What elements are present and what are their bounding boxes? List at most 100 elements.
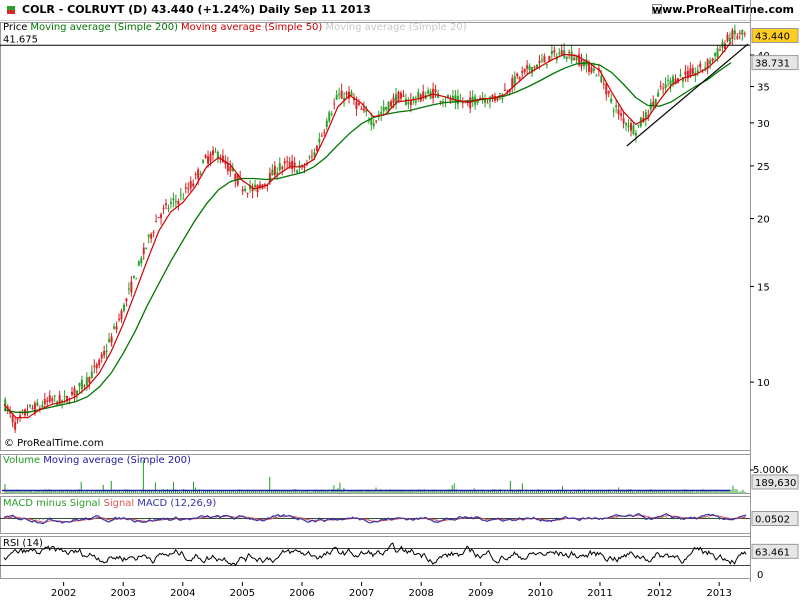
candle-body	[664, 83, 667, 89]
candle-body	[731, 29, 734, 40]
candle-body	[303, 166, 306, 168]
candle-body	[43, 398, 46, 405]
candle-body	[16, 418, 19, 421]
candle-body	[728, 37, 731, 42]
candle-body	[607, 91, 610, 94]
last-price-label: 43.440	[755, 32, 790, 43]
candle-body	[147, 234, 150, 237]
candle-body	[414, 100, 417, 103]
candle-body	[560, 50, 563, 55]
candle-body	[355, 101, 358, 110]
y-tick-label: 10	[757, 378, 770, 389]
candle-body	[207, 156, 210, 164]
candle-body	[95, 364, 98, 369]
candle-body	[204, 155, 207, 158]
x-tick-label: 2010	[528, 588, 553, 599]
price-panel	[0, 22, 751, 451]
candle-body	[357, 102, 360, 105]
candle-body	[281, 166, 284, 169]
candle-body	[296, 170, 299, 173]
candle-body	[172, 198, 175, 201]
candle-body	[632, 125, 635, 135]
x-tick-label: 2003	[110, 588, 135, 599]
candle-body	[399, 92, 402, 99]
candle-body	[320, 135, 323, 137]
candle-body	[28, 404, 31, 407]
candle-body	[461, 102, 464, 104]
candle-body	[558, 52, 561, 54]
candle-body	[375, 120, 378, 122]
candle-body	[93, 366, 96, 368]
candle-body	[108, 339, 111, 342]
volume-tick-label: 5.000K	[753, 465, 789, 476]
candle-body	[73, 388, 76, 396]
candle-body	[246, 193, 249, 195]
candle-body	[392, 97, 395, 103]
candle-body	[11, 415, 14, 423]
candle-body	[286, 161, 289, 163]
candle-body	[699, 63, 702, 68]
candle-body	[293, 162, 296, 167]
candle-body	[85, 377, 88, 386]
candle-body	[595, 75, 598, 77]
candle-body	[528, 65, 531, 71]
volume-bars	[4, 460, 746, 493]
candle-body	[634, 133, 637, 136]
macd-value-label: 0.0502	[755, 515, 790, 526]
candle-body	[100, 354, 103, 359]
x-tick-label: 2011	[587, 588, 612, 599]
candle-body	[743, 33, 746, 35]
candle-body	[110, 336, 113, 343]
candle-body	[503, 89, 506, 91]
stock-chart[interactable]: 1015202530354020022003200420052006200720…	[0, 0, 800, 600]
candle-body	[118, 318, 121, 320]
candle-body	[543, 56, 546, 63]
candle-body	[404, 99, 407, 105]
candle-body	[214, 151, 217, 153]
candle-body	[590, 67, 593, 73]
candle-body	[380, 111, 383, 115]
candle-body	[723, 43, 726, 49]
candle-body	[291, 160, 294, 169]
candle-body	[568, 52, 571, 54]
candle-body	[221, 155, 224, 163]
x-tick-label: 2006	[289, 588, 314, 599]
y-tick-label: 20	[757, 215, 770, 226]
candle-body	[209, 153, 212, 162]
candle-body	[36, 402, 39, 406]
candle-body	[46, 400, 49, 402]
candle-body	[573, 58, 576, 60]
candle-body	[600, 75, 603, 83]
candle-body	[340, 90, 343, 99]
candle-body	[278, 163, 281, 171]
candle-body	[338, 93, 341, 96]
y-tick-label: 15	[757, 282, 770, 293]
candle-body	[333, 103, 336, 105]
candle-body	[53, 395, 56, 397]
candle-body	[103, 350, 106, 356]
candle-body	[659, 86, 662, 88]
candle-body	[565, 56, 568, 59]
x-tick-label: 2005	[230, 588, 255, 599]
candle-body	[263, 184, 266, 186]
candle-body	[427, 90, 430, 94]
candle-body	[313, 152, 316, 156]
candle-body	[182, 198, 185, 200]
trendline	[626, 43, 749, 147]
candle-body	[679, 74, 682, 77]
candle-body	[271, 169, 274, 176]
candle-body	[412, 97, 415, 99]
candle-body	[714, 52, 717, 56]
candle-body	[629, 123, 632, 131]
candle-body	[625, 123, 628, 126]
candle-body	[385, 106, 388, 110]
candle-body	[657, 92, 660, 97]
candle-body	[157, 216, 160, 219]
candle-body	[155, 221, 158, 223]
candle-body	[360, 108, 363, 110]
candle-body	[617, 109, 620, 115]
candle-body	[449, 99, 452, 102]
candle-body	[31, 407, 34, 409]
candle-body	[142, 247, 145, 255]
candle-body	[132, 275, 135, 278]
